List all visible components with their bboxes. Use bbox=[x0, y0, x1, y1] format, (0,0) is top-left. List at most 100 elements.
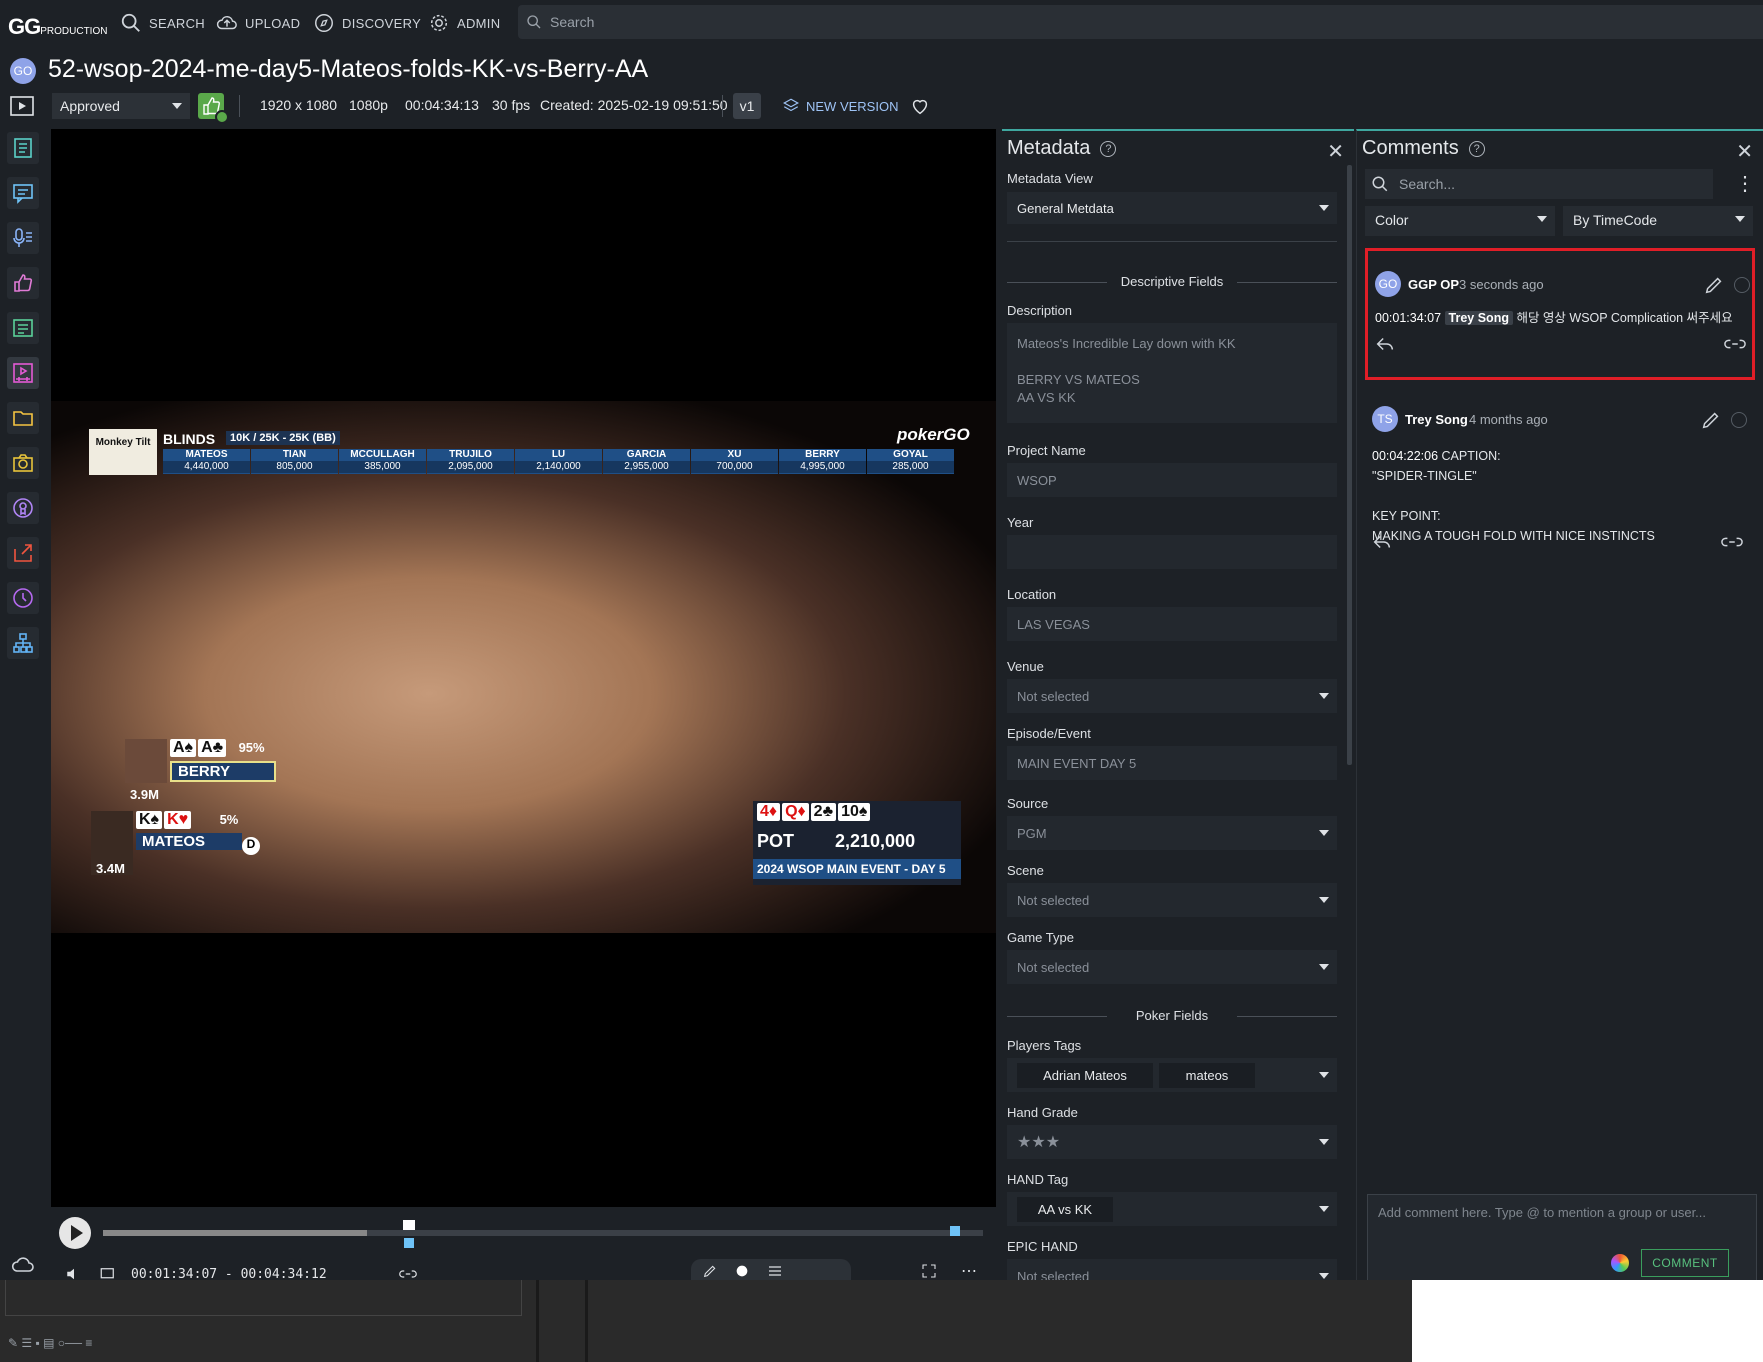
close-icon[interactable]: ✕ bbox=[1736, 139, 1753, 164]
comment-timecode[interactable]: 00:01:34:07 bbox=[1375, 311, 1441, 325]
comment-item[interactable]: GO GGP OP 3 seconds ago 00:01:34:07 Trey… bbox=[1365, 248, 1755, 380]
play-button[interactable] bbox=[59, 1217, 91, 1249]
comment-mention[interactable]: Trey Song bbox=[1444, 311, 1513, 325]
description-line: AA VS KK bbox=[1017, 390, 1076, 405]
venue-label: Venue bbox=[1007, 659, 1044, 674]
location-value: LAS VEGAS bbox=[1017, 616, 1090, 632]
loop-icon[interactable] bbox=[99, 1265, 117, 1280]
source-value: PGM bbox=[1017, 825, 1047, 841]
circle-tool-icon[interactable] bbox=[734, 1263, 750, 1279]
more-icon[interactable]: ⋯ bbox=[961, 1261, 977, 1280]
timeline-scrubber[interactable] bbox=[103, 1220, 983, 1248]
host-bottom-bar: ✎ ☰ ▪ ▤ ○── ≡ bbox=[0, 1280, 1412, 1362]
hand-tag[interactable]: AA vs KK bbox=[1017, 1196, 1113, 1222]
berry-pct: 95% bbox=[238, 740, 265, 755]
reply-icon[interactable] bbox=[1371, 531, 1393, 553]
scene-select[interactable]: Not selected bbox=[1007, 883, 1337, 917]
mateos-cards: K♠ K♥ 5% bbox=[136, 811, 238, 829]
folder-icon bbox=[13, 411, 33, 426]
edit-pencil-icon[interactable] bbox=[1703, 274, 1725, 296]
episode-field[interactable]: MAIN EVENT DAY 5 bbox=[1007, 746, 1337, 780]
in-marker-icon[interactable] bbox=[404, 1238, 414, 1248]
hand-grade-select[interactable]: ★★★ bbox=[1007, 1125, 1337, 1159]
fullscreen-icon[interactable] bbox=[921, 1263, 937, 1279]
mateos-pct: 5% bbox=[219, 812, 239, 827]
hand-tag-select[interactable]: AA vs KK bbox=[1007, 1192, 1337, 1226]
nav-admin[interactable]: ADMIN bbox=[428, 12, 500, 34]
rail-clips-button[interactable] bbox=[7, 357, 39, 389]
rail-details-button[interactable] bbox=[7, 132, 39, 164]
global-search-input[interactable]: Search bbox=[518, 5, 1763, 39]
rail-approval-button[interactable] bbox=[7, 267, 39, 299]
rail-share-button[interactable] bbox=[7, 537, 39, 569]
link-icon[interactable] bbox=[399, 1265, 417, 1280]
avatar[interactable]: TS bbox=[1372, 406, 1398, 432]
player-stack: 285,000 bbox=[867, 461, 954, 473]
help-icon[interactable]: ? bbox=[1100, 140, 1117, 157]
color-filter-select[interactable]: Color bbox=[1365, 206, 1555, 236]
playhead-marker-icon[interactable] bbox=[403, 1220, 415, 1230]
color-picker-icon[interactable] bbox=[1611, 1254, 1629, 1272]
comment-timecode[interactable]: 00:04:22:06 bbox=[1372, 449, 1438, 463]
comment-search-placeholder: Search... bbox=[1399, 176, 1456, 192]
status-select[interactable]: Approved bbox=[52, 93, 190, 119]
project-name-field[interactable]: WSOP bbox=[1007, 463, 1337, 497]
resolve-circle-icon[interactable] bbox=[1731, 412, 1747, 428]
location-field[interactable]: LAS VEGAS bbox=[1007, 607, 1337, 641]
rail-sync-button[interactable] bbox=[7, 1249, 39, 1280]
player-tag[interactable]: Adrian Mateos bbox=[1017, 1062, 1153, 1088]
comment-search-input[interactable]: Search... bbox=[1365, 169, 1713, 199]
comment-item[interactable]: TS Trey Song 4 months ago 00:04:22:06 CA… bbox=[1365, 386, 1755, 549]
nav-search[interactable]: SEARCH bbox=[120, 12, 205, 34]
resolve-circle-icon[interactable] bbox=[1734, 277, 1750, 293]
volume-icon[interactable] bbox=[65, 1265, 83, 1280]
rail-subtitles-button[interactable] bbox=[7, 312, 39, 344]
pencil-icon[interactable] bbox=[702, 1263, 718, 1279]
approve-thumb-button[interactable] bbox=[198, 93, 229, 124]
rail-hierarchy-button[interactable] bbox=[7, 627, 39, 659]
logo[interactable]: GGPRODUCTION bbox=[8, 14, 107, 40]
epic-hand-select[interactable]: Not selected bbox=[1007, 1259, 1337, 1280]
out-marker-icon[interactable] bbox=[950, 1226, 960, 1236]
version-badge[interactable]: v1 bbox=[733, 93, 761, 119]
rail-folder-button[interactable] bbox=[7, 402, 39, 434]
avatar[interactable]: GO bbox=[10, 58, 36, 84]
game-type-select[interactable]: Not selected bbox=[1007, 950, 1337, 984]
comment-submit-button[interactable]: COMMENT bbox=[1641, 1249, 1729, 1277]
link-icon[interactable] bbox=[1724, 333, 1746, 355]
close-icon[interactable]: ✕ bbox=[1327, 139, 1344, 164]
menu-icon[interactable] bbox=[767, 1263, 783, 1279]
reply-icon[interactable] bbox=[1374, 333, 1396, 355]
avatar[interactable]: GO bbox=[1375, 271, 1401, 297]
venue-value: Not selected bbox=[1017, 688, 1090, 704]
help-icon[interactable]: ? bbox=[1468, 140, 1485, 157]
year-field[interactable] bbox=[1007, 535, 1337, 569]
metadata-view-select[interactable]: General Metdata bbox=[1007, 192, 1337, 224]
source-select[interactable]: PGM bbox=[1007, 816, 1337, 850]
pot-label: POT bbox=[757, 831, 795, 851]
new-version-button[interactable]: NEW VERSION bbox=[782, 97, 898, 115]
player-stack: 2,140,000 bbox=[515, 461, 602, 473]
rail-rights-button[interactable] bbox=[7, 492, 39, 524]
sort-select[interactable]: By TimeCode bbox=[1563, 206, 1753, 236]
chevron-down-icon bbox=[1319, 830, 1329, 836]
player-tag[interactable]: mateos bbox=[1159, 1062, 1255, 1088]
logo-subtext: PRODUCTION bbox=[40, 26, 108, 37]
heart-icon[interactable] bbox=[909, 95, 931, 117]
rail-transcript-button[interactable] bbox=[7, 222, 39, 254]
dealer-button: D bbox=[242, 837, 260, 855]
venue-select[interactable]: Not selected bbox=[1007, 679, 1337, 713]
kebab-menu-icon[interactable]: ⋮ bbox=[1735, 171, 1755, 196]
rail-snapshot-button[interactable] bbox=[7, 447, 39, 479]
players-tags-select[interactable]: Adrian Mateos mateos bbox=[1007, 1058, 1337, 1092]
edit-pencil-icon[interactable] bbox=[1700, 409, 1722, 431]
panel-title: Metadata bbox=[1007, 137, 1091, 159]
description-field[interactable]: Mateos's Incredible Lay down with KK BER… bbox=[1007, 323, 1337, 423]
nav-discovery[interactable]: DISCOVERY bbox=[313, 12, 421, 34]
rail-comments-button[interactable] bbox=[7, 177, 39, 209]
scrollbar[interactable] bbox=[1347, 165, 1352, 765]
video-player[interactable]: Monkey Tilt BLINDS 10K / 25K - 25K (BB) … bbox=[51, 129, 996, 1207]
nav-upload[interactable]: UPLOAD bbox=[216, 12, 300, 34]
link-icon[interactable] bbox=[1721, 531, 1743, 553]
rail-history-button[interactable] bbox=[7, 582, 39, 614]
